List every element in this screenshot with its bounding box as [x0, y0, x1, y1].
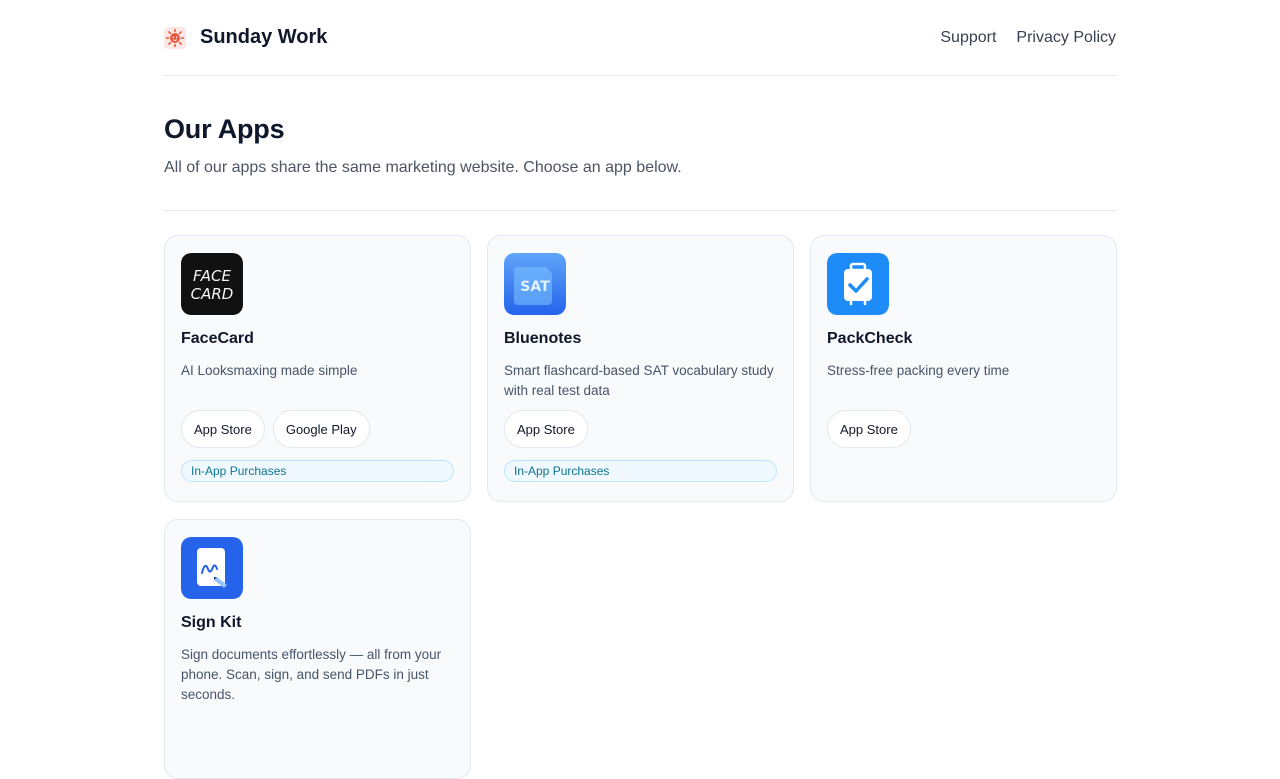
brand[interactable]: Sunday Work	[164, 26, 327, 49]
app-description: Smart flashcard-based SAT vocabulary stu…	[504, 363, 774, 398]
svg-text:FACE: FACE	[193, 267, 231, 285]
app-name: FaceCard	[181, 330, 254, 347]
sun-logo-icon	[164, 26, 186, 49]
bluenotes-app-icon: SAT	[504, 253, 566, 315]
app-description: AI Looksmaxing made simple	[181, 363, 358, 378]
app-store-button[interactable]: App Store	[827, 410, 911, 448]
store-links: App Store	[827, 410, 1100, 448]
app-grid: FACE CARD FaceCard AI Looksmaxing made s…	[164, 235, 1117, 779]
app-name: Bluenotes	[504, 330, 582, 347]
svg-text:SAT: SAT	[520, 279, 550, 295]
app-card-bluenotes[interactable]: SAT Bluenotes Smart flashcard-based SAT …	[487, 235, 794, 502]
signkit-app-icon	[181, 537, 243, 599]
store-links: App Store	[504, 410, 777, 448]
app-card-sign-kit[interactable]: Sign Kit Sign documents effortlessly — a…	[164, 519, 471, 779]
facecard-app-icon: FACE CARD	[181, 253, 243, 315]
page: Sunday Work Support Privacy Policy Our A…	[164, 0, 1117, 779]
in-app-purchases-badge: In-App Purchases	[181, 460, 454, 482]
app-name: Sign Kit	[181, 614, 242, 631]
app-card-facecard[interactable]: FACE CARD FaceCard AI Looksmaxing made s…	[164, 235, 471, 502]
brand-name: Sunday Work	[200, 26, 328, 48]
google-play-button[interactable]: Google Play	[272, 410, 370, 448]
svg-text:CARD: CARD	[191, 285, 234, 303]
page-title: Our Apps	[164, 114, 285, 144]
in-app-purchases-badge: In-App Purchases	[504, 460, 777, 482]
app-description: Stress-free packing every time	[827, 363, 1010, 378]
app-description: Sign documents effortlessly — all from y…	[181, 647, 442, 702]
app-store-button[interactable]: App Store	[181, 410, 265, 448]
hero-section: Our Apps All of our apps share the same …	[164, 76, 1116, 211]
store-links: App Store Google Play	[181, 410, 454, 448]
nav-support-link[interactable]: Support	[940, 29, 996, 47]
site-header: Sunday Work Support Privacy Policy	[164, 0, 1116, 76]
app-card-packcheck[interactable]: PackCheck Stress-free packing every time…	[810, 235, 1117, 502]
top-nav: Support Privacy Policy	[940, 29, 1116, 47]
app-store-button[interactable]: App Store	[504, 410, 588, 448]
packcheck-app-icon	[827, 253, 889, 315]
app-name: PackCheck	[827, 330, 913, 347]
page-subtitle: All of our apps share the same marketing…	[164, 159, 682, 176]
nav-privacy-policy-link[interactable]: Privacy Policy	[1016, 29, 1116, 47]
